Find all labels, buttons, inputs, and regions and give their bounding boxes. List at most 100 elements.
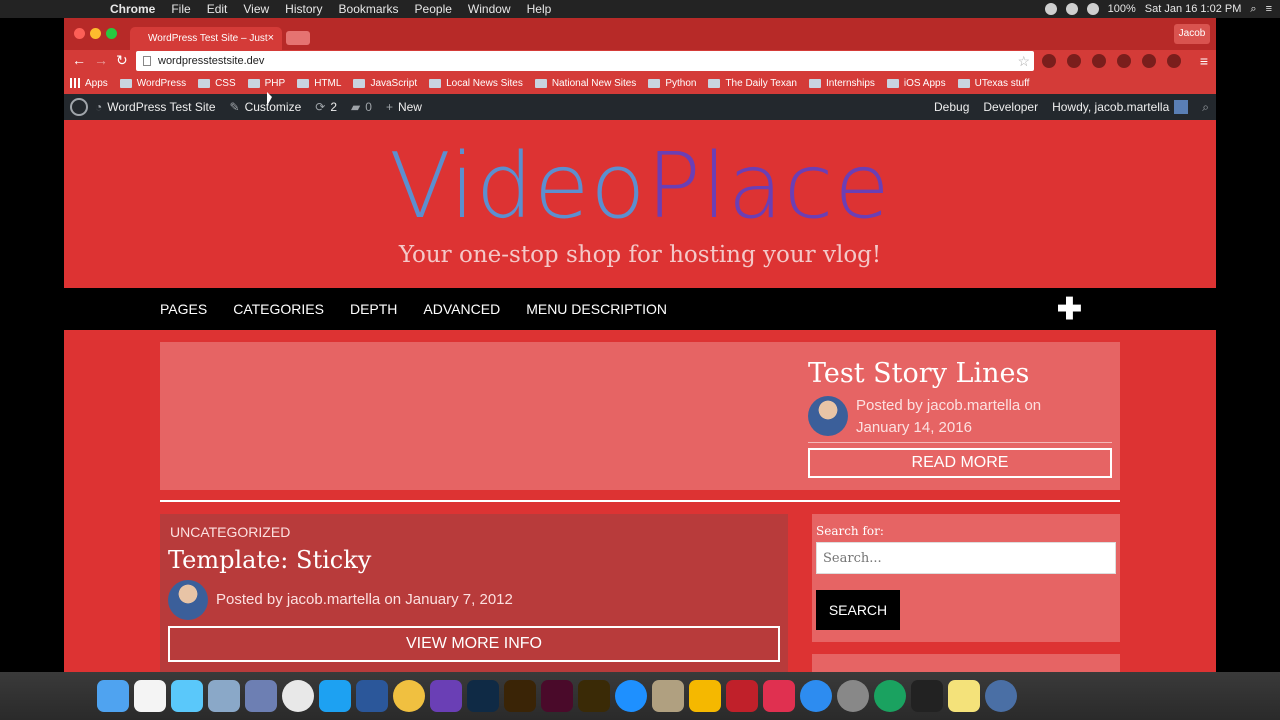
stickies-icon[interactable]	[948, 680, 980, 712]
battery-percent[interactable]: 100%	[1108, 3, 1136, 15]
site-title[interactable]: VideoPlace	[64, 142, 1216, 232]
search-input[interactable]	[816, 542, 1116, 574]
view-more-info-button[interactable]: VIEW MORE INFO	[168, 626, 780, 662]
back-icon[interactable]: ←	[72, 52, 86, 68]
bookmark-folder[interactable]: WordPress	[119, 78, 186, 89]
extension-icon[interactable]	[1042, 54, 1056, 68]
address-bar[interactable]: wordpresstestsite.dev ☆	[136, 51, 1034, 71]
photos-icon[interactable]	[393, 680, 425, 712]
bookmark-folder[interactable]: Local News Sites	[429, 78, 523, 89]
profile-button[interactable]: Jacob	[1174, 24, 1210, 44]
nav-item-advanced[interactable]: ADVANCED	[423, 301, 500, 317]
nav-item-pages[interactable]: PAGES	[160, 301, 207, 317]
twitter-icon[interactable]	[319, 680, 351, 712]
extension-icon[interactable]	[1142, 54, 1156, 68]
menu-history[interactable]: History	[277, 2, 330, 16]
notification-center-icon[interactable]: ≡	[1266, 3, 1272, 15]
bookmark-folder[interactable]: Python	[648, 78, 696, 89]
new-tab-button[interactable]	[286, 31, 310, 45]
post-category[interactable]: UNCATEGORIZED	[170, 524, 290, 540]
forward-icon[interactable]: →	[94, 52, 108, 68]
admin-customize[interactable]: ✎ Customize	[223, 100, 309, 114]
reload-icon[interactable]: ↻	[116, 52, 128, 69]
menu-edit[interactable]: Edit	[199, 2, 236, 16]
phpstorm-icon[interactable]	[245, 680, 277, 712]
terminal-icon[interactable]	[911, 680, 943, 712]
menu-help[interactable]: Help	[519, 2, 560, 16]
extension-icon[interactable]	[1117, 54, 1131, 68]
spotlight-icon[interactable]: ⌕	[1250, 3, 1256, 16]
nav-item-categories[interactable]: CATEGORIES	[233, 301, 324, 317]
status-icon[interactable]	[1065, 3, 1078, 15]
author-avatar	[168, 580, 208, 620]
bookmark-folder[interactable]: JavaScript	[353, 78, 417, 89]
menu-people[interactable]: People	[407, 2, 460, 16]
menu-bookmarks[interactable]: Bookmarks	[331, 2, 407, 16]
admin-new[interactable]: + New	[379, 100, 429, 114]
bookmark-folder[interactable]: Internships	[808, 78, 875, 89]
bookmark-star-icon[interactable]: ☆	[1017, 51, 1030, 71]
finder-icon[interactable]	[97, 680, 129, 712]
messages-icon[interactable]	[171, 680, 203, 712]
clock[interactable]: Sat Jan 16 1:02 PM	[1145, 3, 1242, 15]
bookmark-folder[interactable]: UTexas stuff	[957, 78, 1029, 89]
admin-developer[interactable]: Developer	[976, 100, 1045, 114]
wordpress-logo-icon[interactable]	[70, 98, 88, 116]
author-link[interactable]: jacob.martella	[927, 397, 1020, 414]
extension-icon[interactable]	[1092, 54, 1106, 68]
admin-search-icon[interactable]: ⌕	[1195, 100, 1216, 115]
nav-item-menu-description[interactable]: MENU DESCRIPTION	[526, 301, 667, 317]
minimize-window-button[interactable]	[90, 28, 101, 39]
bookmark-apps[interactable]: Apps	[70, 78, 108, 89]
chrome-icon[interactable]	[282, 680, 314, 712]
photoshop-icon[interactable]	[467, 680, 499, 712]
expand-plus-icon[interactable]: ✚	[1057, 292, 1082, 327]
wifi-icon[interactable]	[1086, 3, 1099, 15]
system-preferences-icon[interactable]	[837, 680, 869, 712]
illustrator-icon[interactable]	[504, 680, 536, 712]
post-title[interactable]: Template: Sticky	[168, 546, 371, 574]
calendar-icon[interactable]	[134, 680, 166, 712]
menu-view[interactable]: View	[235, 2, 277, 16]
bridge-icon[interactable]	[578, 680, 610, 712]
close-window-button[interactable]	[74, 28, 85, 39]
quora-icon[interactable]	[763, 680, 795, 712]
wp-admin-bar: ◔ WordPress Test Site ✎ Customize ⟳ 2 ▰ 0 + N…	[64, 94, 1216, 120]
admin-debug[interactable]: Debug	[927, 100, 976, 114]
admin-account[interactable]: Howdy, jacob.martella	[1045, 100, 1195, 114]
bookmark-folder[interactable]: The Daily Texan	[708, 78, 797, 89]
bookmark-folder[interactable]: HTML	[297, 78, 341, 89]
bookmark-folder[interactable]: iOS Apps	[886, 78, 946, 89]
menu-file[interactable]: File	[163, 2, 198, 16]
extension-icon[interactable]	[1167, 54, 1181, 68]
admin-updates[interactable]: ⟳ 2	[308, 100, 344, 114]
read-more-button[interactable]: READ MORE	[808, 448, 1112, 478]
tab-close-icon[interactable]: ×	[268, 27, 274, 50]
menu-app-name[interactable]: Chrome	[102, 2, 163, 16]
preview-icon[interactable]	[208, 680, 240, 712]
chrome-menu-icon[interactable]: ≡	[1200, 53, 1208, 69]
search-button[interactable]: SEARCH	[816, 590, 900, 630]
word-icon[interactable]	[356, 680, 388, 712]
archive-icon[interactable]	[652, 680, 684, 712]
admin-site-name[interactable]: ◔ WordPress Test Site	[88, 100, 223, 114]
bookmark-folder[interactable]: National New Sites	[534, 78, 636, 89]
menu-window[interactable]: Window	[460, 2, 519, 16]
featured-title[interactable]: Test Story Lines	[808, 358, 1029, 389]
indesign-icon[interactable]	[541, 680, 573, 712]
extension-icon[interactable]	[1067, 54, 1081, 68]
bookmark-folder[interactable]: PHP	[247, 78, 285, 89]
hangouts-icon[interactable]	[874, 680, 906, 712]
filezilla-icon[interactable]	[726, 680, 758, 712]
safari-icon[interactable]	[985, 680, 1017, 712]
tab-active[interactable]: WordPress Test Site – Just ×	[130, 27, 282, 50]
dropbox-icon[interactable]	[1044, 3, 1057, 15]
nav-item-depth[interactable]: DEPTH	[350, 301, 397, 317]
zoom-window-button[interactable]	[106, 28, 117, 39]
admin-comments[interactable]: ▰ 0	[344, 100, 379, 114]
simplenote-icon[interactable]	[615, 680, 647, 712]
sketch-icon[interactable]	[689, 680, 721, 712]
app-store-icon[interactable]	[800, 680, 832, 712]
imovie-icon[interactable]	[430, 680, 462, 712]
bookmark-folder[interactable]: CSS	[198, 78, 236, 89]
